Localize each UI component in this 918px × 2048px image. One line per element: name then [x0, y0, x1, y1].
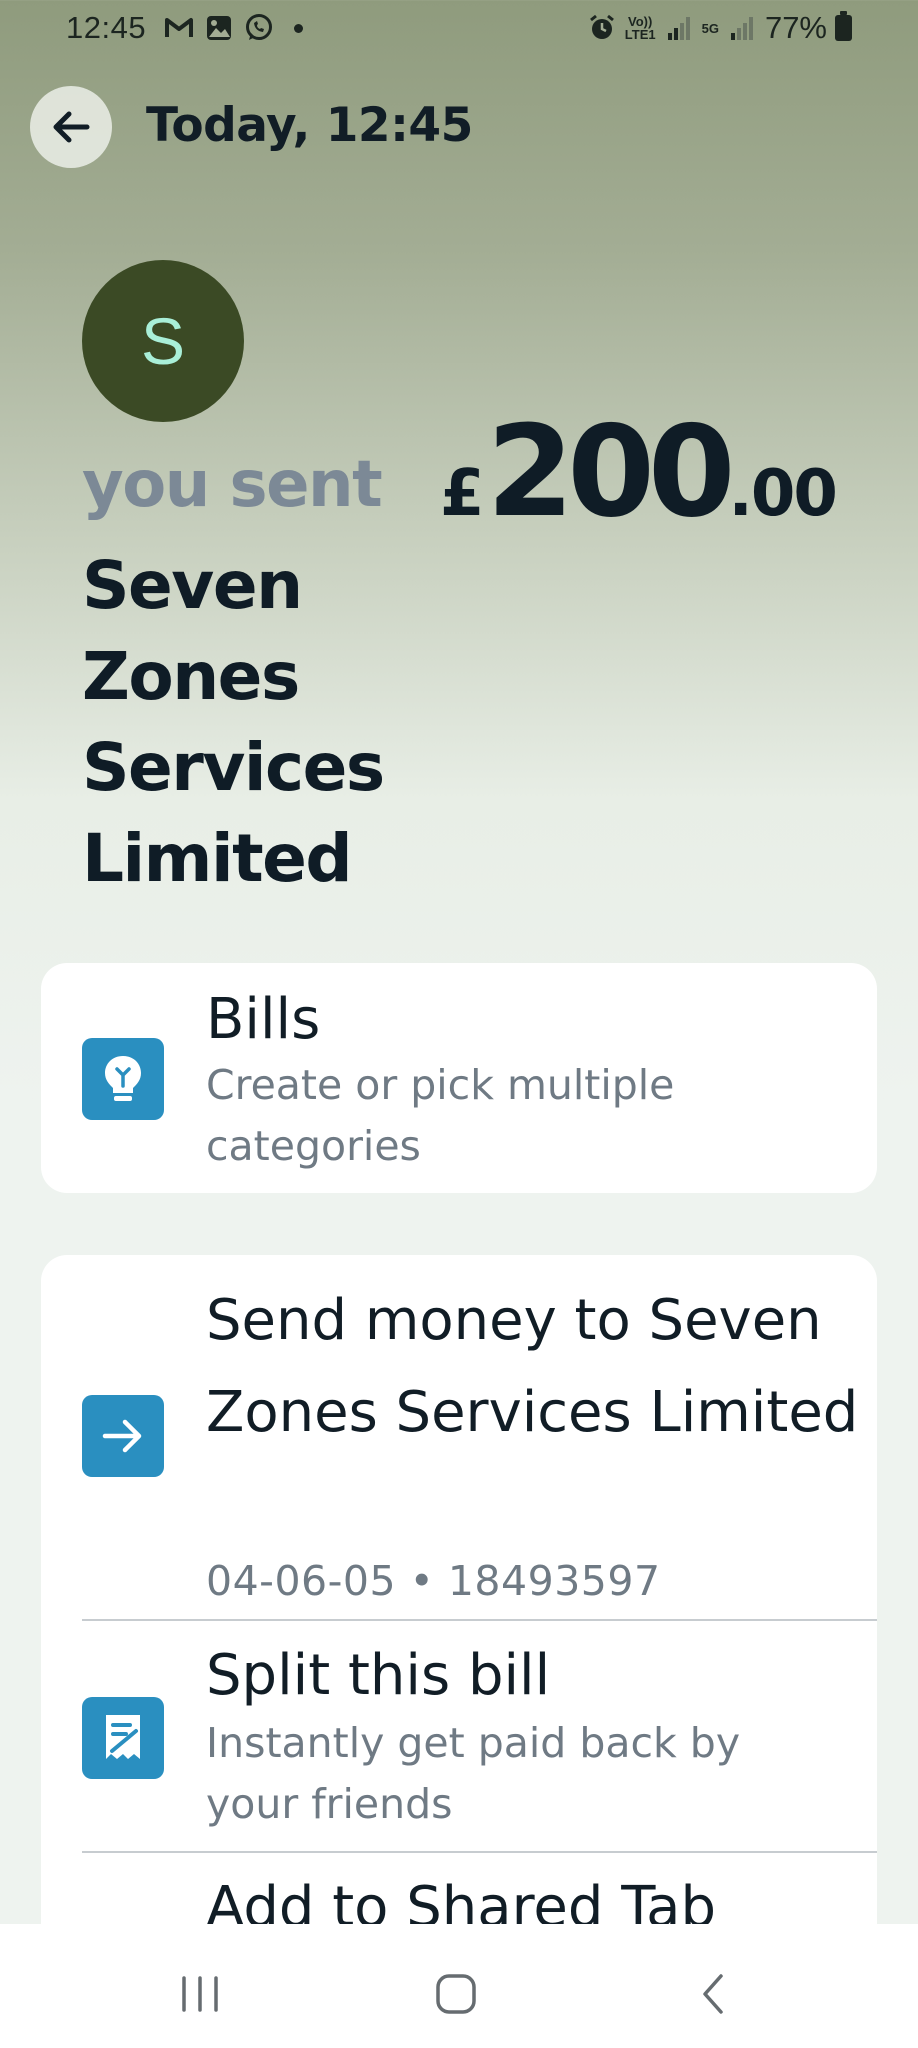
account-details: 04-06-05 • 18493597	[206, 1557, 661, 1605]
alarm-icon	[587, 13, 617, 43]
home-button[interactable]	[426, 1964, 486, 2024]
recent-apps-button[interactable]	[170, 1964, 230, 2024]
volte-indicator: Vo)) LTE1	[625, 15, 656, 41]
arrow-right-icon	[82, 1395, 164, 1477]
receipt-icon	[82, 1697, 164, 1779]
gmail-icon	[164, 13, 194, 43]
category-subtitle: Create or pick multiple categories	[206, 1061, 675, 1170]
page-title: Today, 12:45	[146, 98, 473, 153]
split-bill-row[interactable]: Split this bill Instantly get paid back …	[41, 1621, 877, 1851]
network-5g-label: 5G	[701, 20, 719, 36]
direction-label: you sent	[82, 448, 383, 522]
amount-currency: £	[440, 457, 485, 531]
send-money-title: Send money to Seven Zones Services Limit…	[206, 1288, 859, 1445]
lightbulb-icon	[82, 1038, 164, 1120]
battery-icon	[835, 11, 852, 41]
battery-percent: 77%	[764, 10, 827, 45]
send-money-row[interactable]: Send money to Seven Zones Services Limit…	[41, 1255, 877, 1619]
notification-dot-icon	[294, 23, 304, 33]
chevron-left-icon	[703, 1974, 723, 2014]
signal-2-icon	[727, 13, 757, 43]
category-title: Bills	[206, 987, 321, 1052]
system-nav-bar	[0, 1924, 918, 2048]
amount-decimal: .00	[728, 457, 838, 531]
lte-label: LTE1	[624, 27, 656, 42]
status-time: 12:45	[66, 10, 147, 45]
home-icon	[436, 1974, 476, 2014]
recipient-name[interactable]: Seven Zones Services Limited	[82, 540, 442, 904]
amount: £ 200 .00	[440, 398, 838, 545]
back-nav-button[interactable]	[684, 1964, 744, 2024]
split-bill-subtitle: Instantly get paid back by your friends	[206, 1719, 741, 1828]
arrow-left-icon	[53, 111, 90, 143]
split-bill-title: Split this bill	[206, 1643, 551, 1708]
back-button[interactable]	[30, 86, 112, 168]
whatsapp-icon	[244, 13, 274, 43]
status-bar: 12:45 Vo)) LTE1 5G 77%	[0, 0, 918, 56]
avatar[interactable]: S	[82, 260, 244, 422]
amount-main: 200	[486, 398, 736, 545]
gallery-icon	[204, 13, 234, 43]
recent-apps-icon	[182, 1976, 218, 2012]
signal-icon	[664, 13, 694, 43]
category-card[interactable]: Bills Create or pick multiple categories	[41, 963, 877, 1193]
